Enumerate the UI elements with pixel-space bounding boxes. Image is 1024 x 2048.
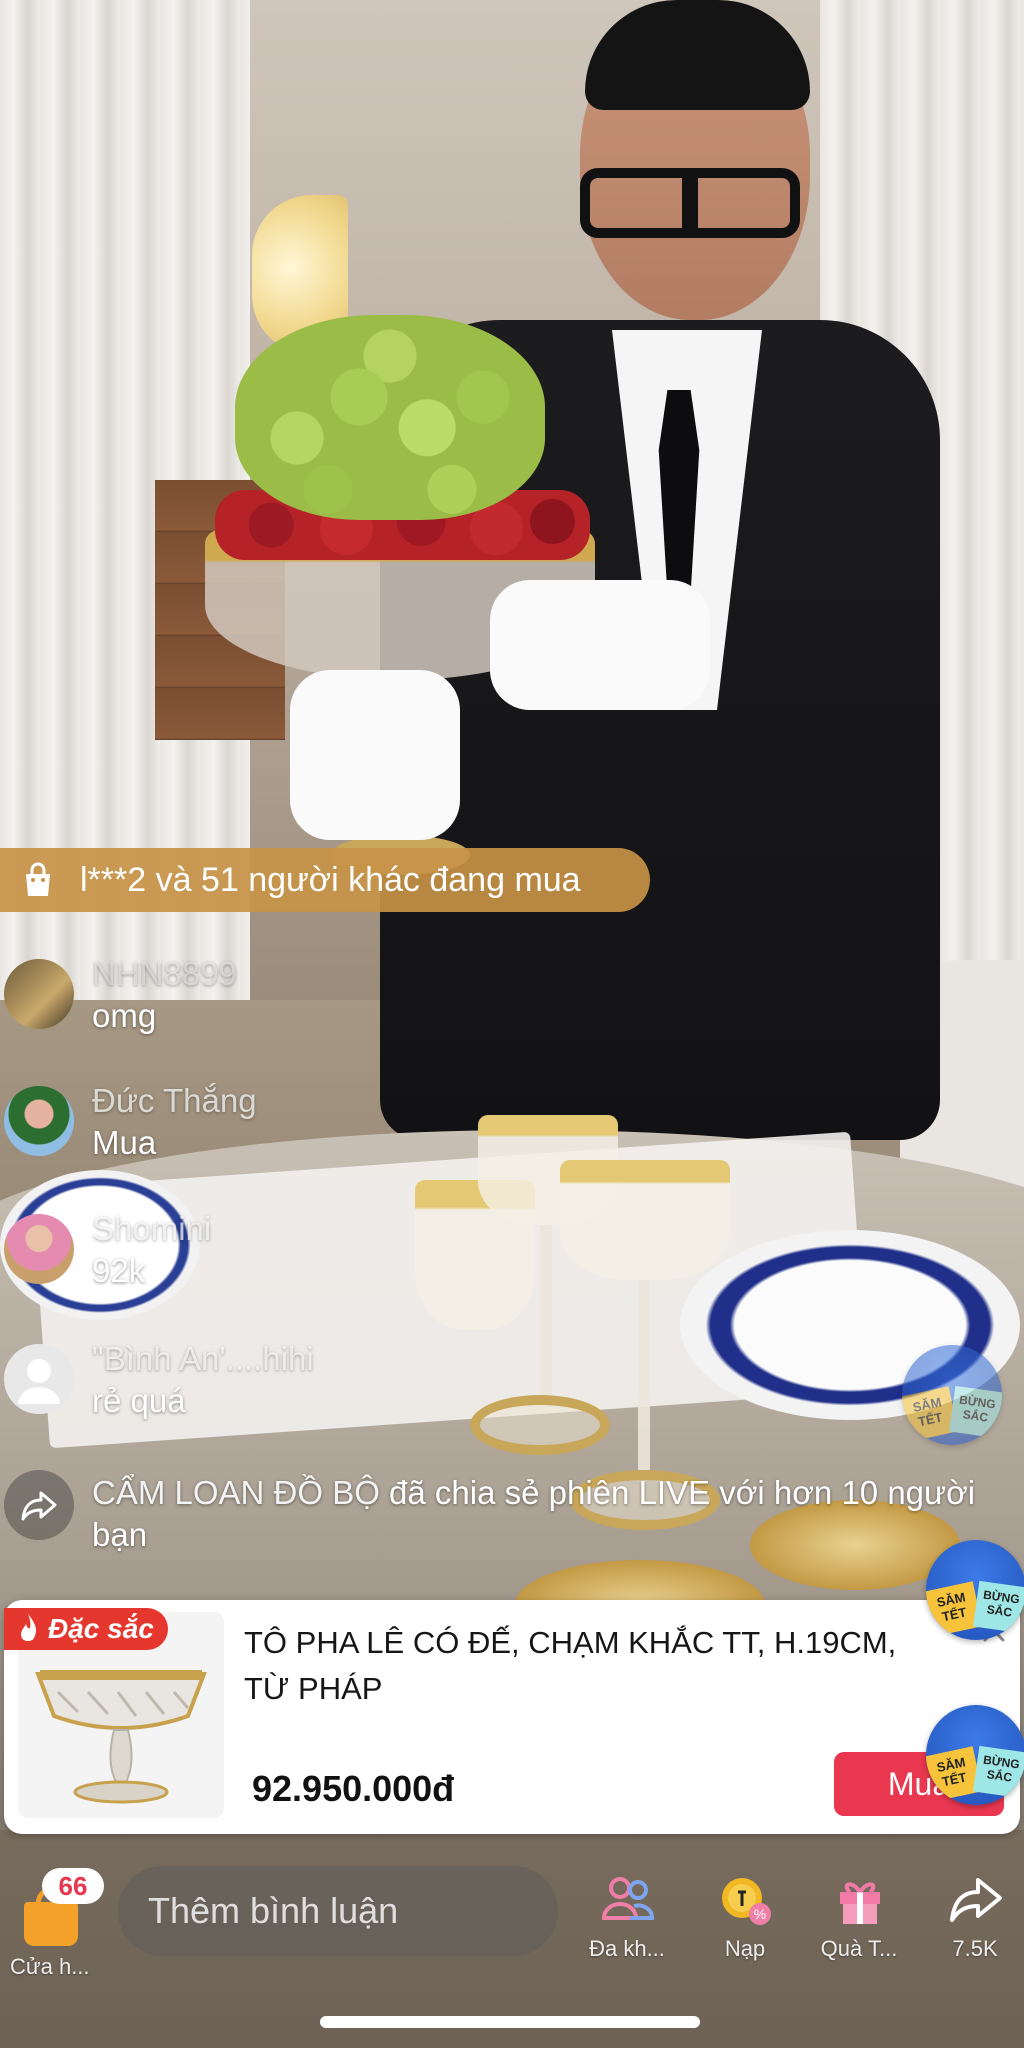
share-event-message: CẨM LOAN ĐỒ BỘ đã chia sẻ phiên LIVE với… xyxy=(92,1472,992,1556)
shop-item-count: 66 xyxy=(42,1868,104,1904)
comment-author: Shomini xyxy=(92,1210,212,1247)
comment-text: 92k xyxy=(92,1252,146,1289)
home-indicator[interactable] xyxy=(320,2016,700,2028)
promo-tag-right: BỪNG SẮC xyxy=(949,1385,1002,1439)
gift-label: Quà T... xyxy=(820,1936,898,1961)
green-grapes xyxy=(235,315,545,520)
avatar[interactable] xyxy=(4,1214,74,1284)
promo-tag-left: SĂM TẾT xyxy=(902,1386,959,1442)
default-avatar[interactable] xyxy=(4,1344,74,1414)
buying-activity-banner[interactable]: l***2 và 51 người khác đang mua xyxy=(0,848,650,912)
multi-guest-button[interactable]: Đa kh... xyxy=(582,1872,672,1972)
comment-author: Đức Thắng xyxy=(92,1082,257,1119)
comment-text: Mua xyxy=(92,1124,157,1161)
promo-tag-right: BỪNG SẮC xyxy=(973,1580,1024,1634)
shop-basket-icon xyxy=(24,1888,78,1946)
comment-text: rẻ quá xyxy=(92,1382,186,1419)
product-price: 92.950.000đ xyxy=(252,1768,455,1809)
share-count: 7.5K xyxy=(952,1936,998,1961)
svg-text:%: % xyxy=(754,1906,766,1922)
share-event-icon-wrap xyxy=(4,1470,74,1540)
topup-label: Nạp xyxy=(724,1936,766,1961)
avatar[interactable] xyxy=(4,959,74,1029)
shopping-bag-icon xyxy=(26,862,50,896)
tet-promo-badge[interactable]: SĂM TẾT BỪNG SẮC xyxy=(902,1345,1002,1445)
share-button[interactable]: 7.5K xyxy=(930,1872,1020,1972)
promo-tag-right: BỪNG SẮC xyxy=(973,1745,1024,1799)
bottom-action-bar: 66 Cửa h... Đa kh... % Nạp Quà T... xyxy=(0,1850,1024,1979)
gift-button[interactable]: Quà T... xyxy=(814,1872,904,1972)
coin-icon: % xyxy=(722,1878,771,1925)
badge-label: Đặc sắc xyxy=(48,1613,154,1644)
share-arrow-icon xyxy=(21,1491,57,1521)
white-glove-right xyxy=(490,580,710,710)
shop-label: Cửa h... xyxy=(10,1954,90,1979)
product-title[interactable]: TÔ PHA LÊ CÓ ĐẾ, CHẠM KHẮC TT, H.19CM, T… xyxy=(244,1620,944,1712)
multi-guest-label: Đa kh... xyxy=(589,1936,665,1961)
host-glasses xyxy=(580,168,800,238)
person-icon xyxy=(18,1359,60,1404)
glass-stem xyxy=(638,1280,650,1470)
crystal-glass xyxy=(560,1160,730,1280)
comment-text: omg xyxy=(92,997,157,1034)
glass-base xyxy=(470,1395,610,1455)
flame-icon xyxy=(10,1612,46,1648)
multi-guest-icon xyxy=(601,1877,654,1920)
featured-badge: Đặc sắc xyxy=(4,1608,168,1650)
tet-promo-badge[interactable]: SĂM TẾT BỪNG SẮC xyxy=(926,1540,1024,1640)
share-event-user[interactable]: CẨM LOAN ĐỒ BỘ xyxy=(92,1474,380,1511)
promo-tag-left: SĂM TẾT xyxy=(926,1746,983,1802)
comment-author: "Bình An'....hihi xyxy=(92,1340,314,1377)
avatar[interactable] xyxy=(4,1086,74,1156)
buying-banner-text: l***2 và 51 người khác đang mua xyxy=(80,860,581,899)
share-icon xyxy=(950,1878,1002,1922)
comment-input[interactable] xyxy=(118,1866,558,1956)
pinned-product-card[interactable]: Đặc sắc TÔ PHA LÊ CÓ ĐẾ, CHẠM KHẮC TT, H… xyxy=(4,1600,1020,1834)
tet-promo-badge[interactable]: SĂM TẾT BỪNG SẮC xyxy=(926,1705,1024,1805)
white-glove-left xyxy=(290,670,460,840)
glass-stem xyxy=(540,1225,552,1395)
promo-tag-left: SĂM TẾT xyxy=(926,1581,983,1637)
comment-author: NHN8899 xyxy=(92,955,237,992)
topup-button[interactable]: % Nạp xyxy=(700,1872,790,1972)
gift-icon xyxy=(840,1882,880,1924)
